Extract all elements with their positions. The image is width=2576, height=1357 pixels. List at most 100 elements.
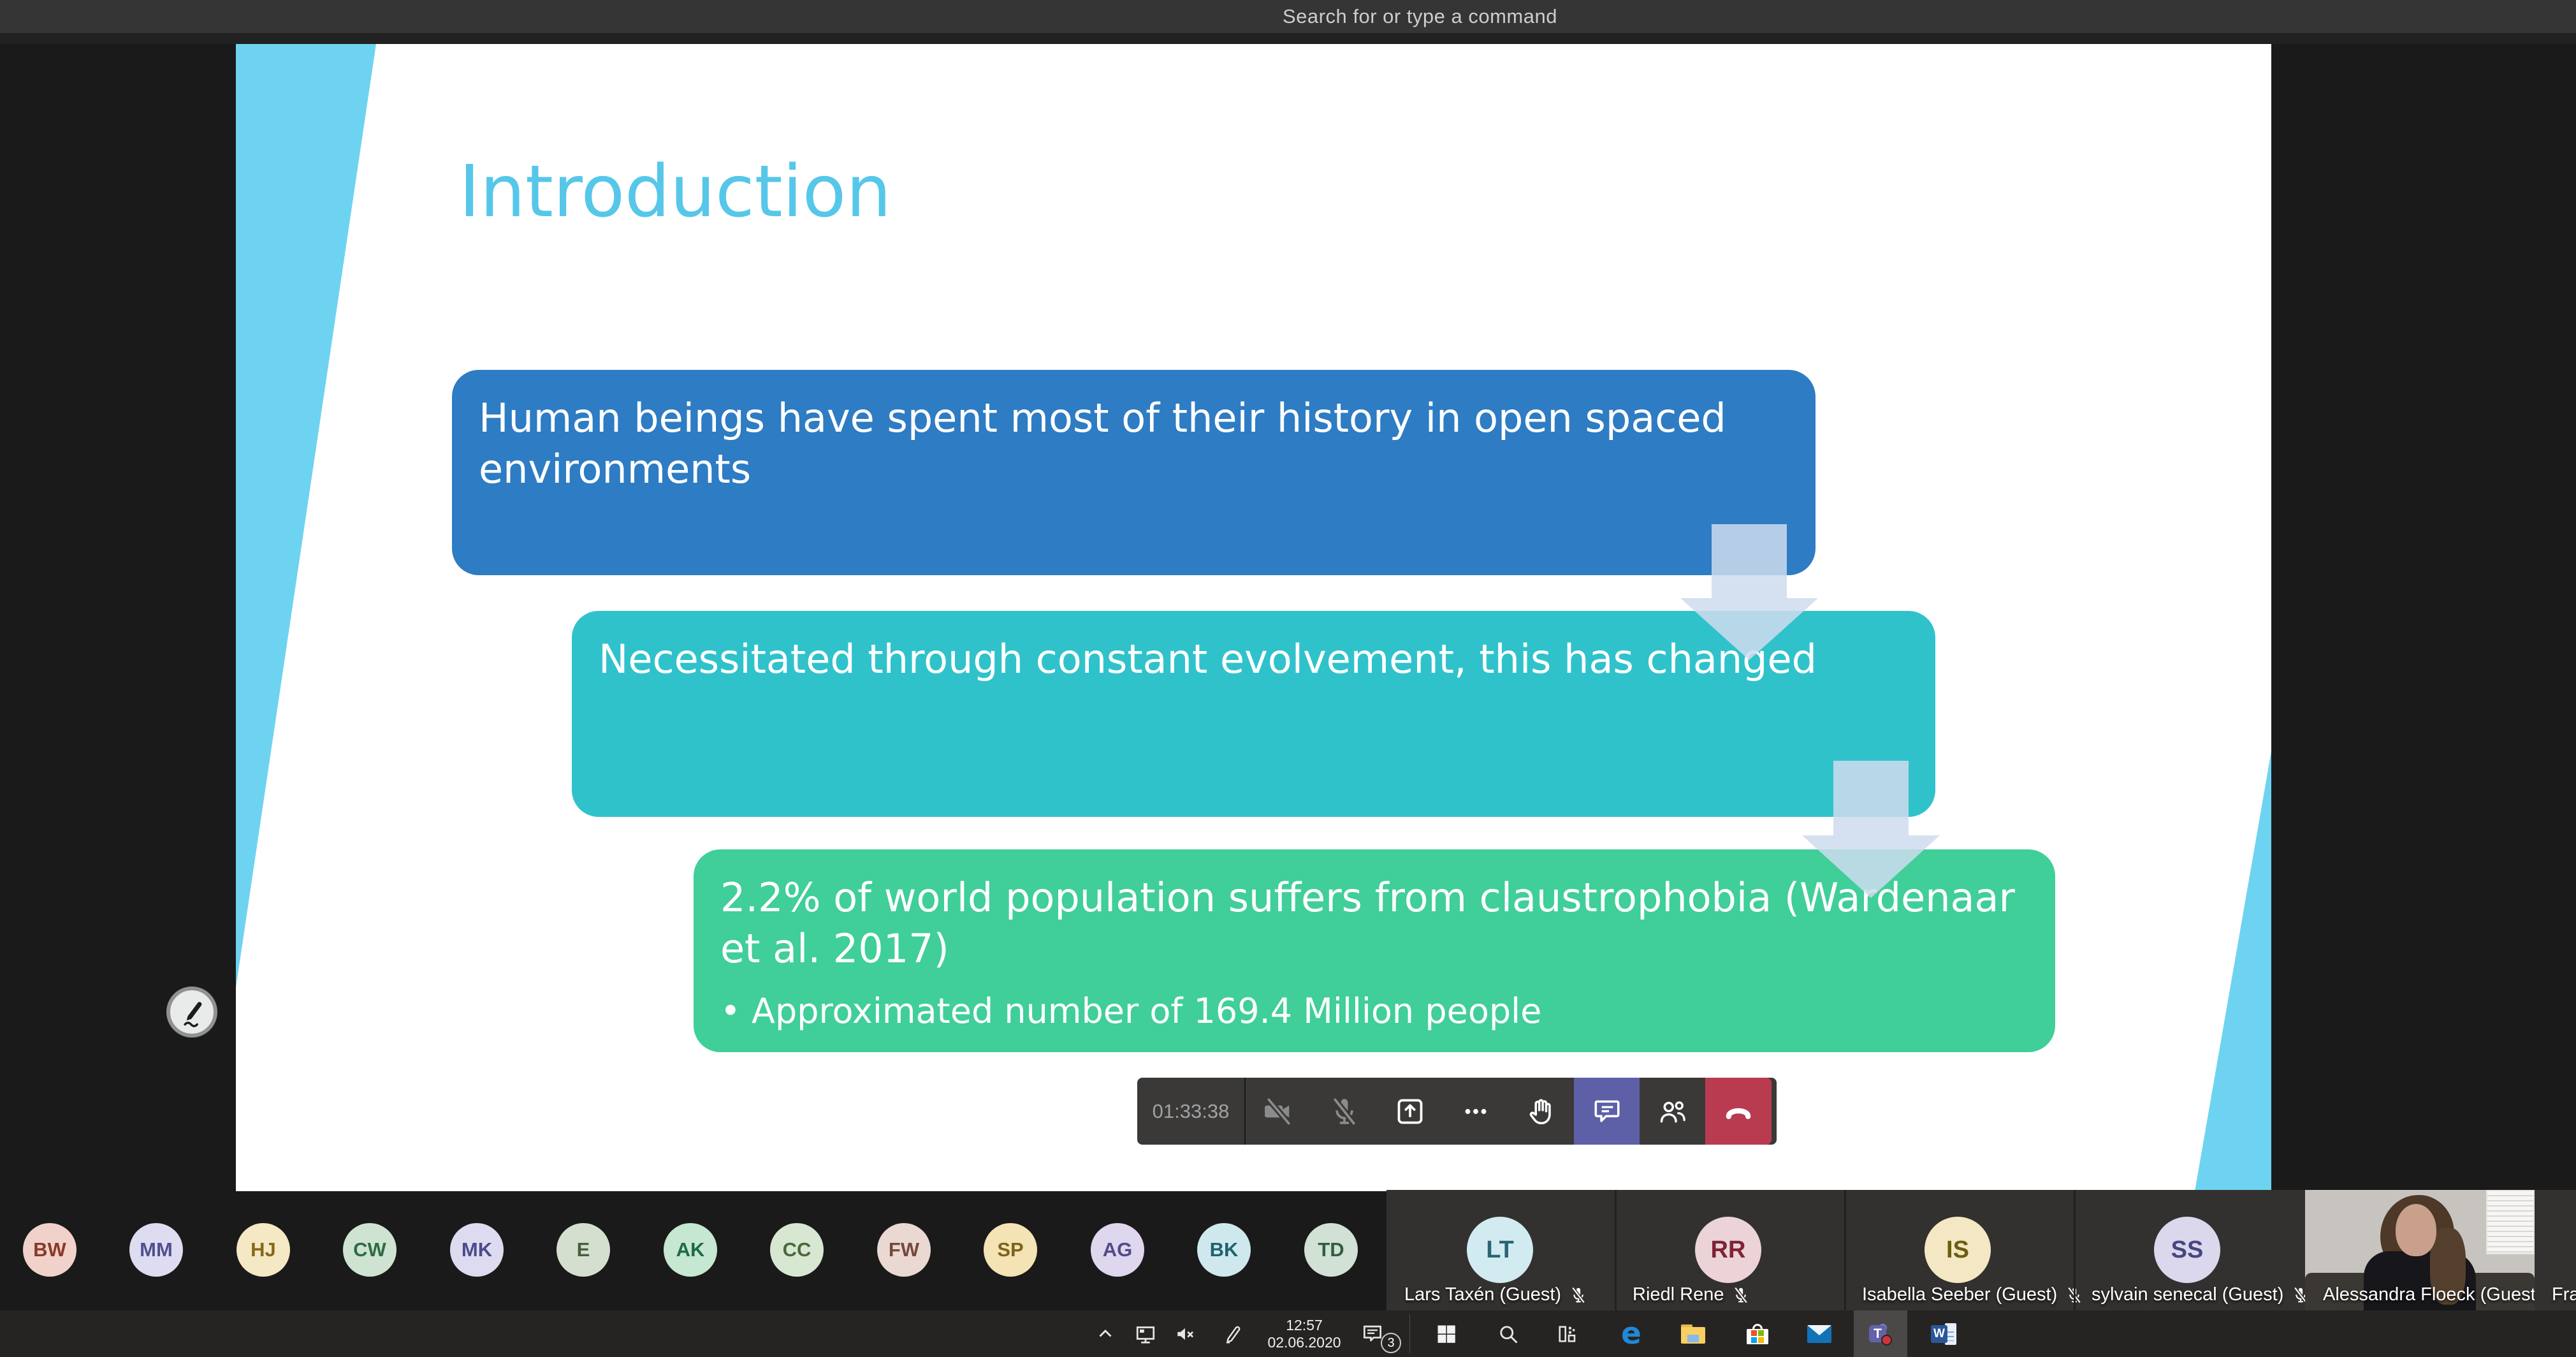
slide-box-evolvement-text: Necessitated through constant evolvement… [572, 611, 1935, 685]
participant-avatar[interactable]: CC [770, 1223, 824, 1277]
window-blinds [2486, 1190, 2535, 1254]
hang-up-icon [1722, 1095, 1755, 1128]
taskbar-file-explorer-button[interactable] [1673, 1310, 1714, 1357]
teams-notification-dot [1881, 1335, 1892, 1346]
clock-tray-button[interactable]: 12:57 02.06.2020 [1250, 1310, 1358, 1357]
chat-button[interactable] [1574, 1078, 1640, 1145]
participant-name: Riedl Rene [1633, 1284, 1724, 1305]
annotate-pencil-button[interactable] [166, 987, 217, 1038]
participant-name-label: Lars Taxén (Guest) [1404, 1284, 1588, 1305]
participants-icon [1657, 1096, 1689, 1127]
taskbar-search-button[interactable] [1488, 1310, 1529, 1357]
taskbar-edge-button[interactable]: e [1611, 1310, 1652, 1357]
clock-date: 02.06.2020 [1267, 1334, 1341, 1351]
participant-tiles-strip: LT Lars Taxén (Guest) RR Riedl Rene IS I… [1386, 1190, 2576, 1310]
participant-avatar[interactable]: SP [984, 1223, 1037, 1277]
mic-off-icon [1731, 1286, 1750, 1305]
hang-up-button[interactable] [1705, 1078, 1772, 1145]
slide-box-history-text: Human beings have spent most of their hi… [452, 370, 1816, 495]
windows-taskbar: 12:57 02.06.2020 3 [0, 1310, 2576, 1357]
device-controls [1246, 1078, 1508, 1145]
participant-avatar[interactable]: HJ [236, 1223, 290, 1277]
participant-avatar[interactable]: MM [129, 1223, 183, 1277]
teams-top-bar: Search for or type a command [0, 0, 2576, 33]
tile-divider [1844, 1190, 1846, 1310]
file-explorer-icon [1681, 1324, 1705, 1344]
volume-tray-button[interactable] [1170, 1310, 1201, 1357]
participant-name-label: Alessandra Floeck (Guest) [2323, 1284, 2535, 1305]
mail-icon [1807, 1325, 1831, 1343]
participant-avatar: IS [1925, 1217, 1991, 1283]
mic-off-icon [1569, 1286, 1588, 1305]
participant-name-label: sylvain senecal (Guest) [2092, 1284, 2310, 1305]
slide-title: Introduction [459, 151, 891, 233]
share-screen-button[interactable] [1377, 1078, 1443, 1145]
participant-name: Alessandra Floeck (Guest) [2323, 1284, 2535, 1305]
edge-icon: e [1621, 1316, 1641, 1351]
raise-hand-button[interactable] [1508, 1078, 1574, 1145]
windows-ink-tray-button[interactable] [1216, 1310, 1249, 1357]
more-options-button[interactable] [1443, 1078, 1508, 1145]
start-button[interactable] [1426, 1310, 1467, 1357]
claustrophobia-main-text: 2.2% of world population suffers from cl… [720, 872, 2028, 974]
taskbar-mail-button[interactable] [1799, 1310, 1840, 1357]
notification-count-badge: 3 [1381, 1333, 1401, 1353]
slide-box-claustrophobia-text: 2.2% of world population suffers from cl… [694, 849, 2055, 1032]
participant-name-label: Riedl Rene [1633, 1284, 1750, 1305]
participant-avatar[interactable]: AG [1091, 1223, 1144, 1277]
camera-off-button[interactable] [1246, 1078, 1311, 1145]
windows-logo-icon [1435, 1323, 1458, 1346]
microsoft-store-icon [1747, 1324, 1768, 1344]
show-participants-button[interactable] [1640, 1078, 1705, 1145]
clock-time: 12:57 [1267, 1317, 1341, 1334]
video-participant-tile[interactable]: Alessandra Floeck (Guest) [2305, 1190, 2535, 1310]
participant-tile[interactable]: SS sylvain senecal (Guest) [2074, 1190, 2301, 1310]
participant-tile[interactable]: RR Riedl Rene [1615, 1190, 1842, 1310]
top-bar-shadow [0, 33, 2576, 44]
share-screen-icon [1394, 1096, 1426, 1127]
participant-avatar[interactable]: MK [450, 1223, 504, 1277]
ethernet-icon [1134, 1323, 1157, 1346]
participant-name: Isabella Seeber (Guest) [1862, 1284, 2057, 1305]
participant-avatar[interactable]: TD [1304, 1223, 1358, 1277]
participant-name-label: Isabella Seeber (Guest) [1862, 1284, 2084, 1305]
participant-avatar: LT [1467, 1217, 1533, 1283]
taskbar-teams-button-active[interactable]: T [1854, 1310, 1907, 1357]
participant-name: sylvain senecal (Guest) [2092, 1284, 2283, 1305]
task-view-button[interactable] [1546, 1310, 1587, 1357]
slide-box-evolvement: Necessitated through constant evolvement… [572, 611, 1935, 817]
search-icon [1497, 1323, 1520, 1346]
participant-avatar[interactable]: AK [664, 1223, 717, 1277]
participant-avatar[interactable]: BW [23, 1223, 76, 1277]
participant-avatar: SS [2154, 1217, 2220, 1283]
participant-avatar[interactable]: BK [1197, 1223, 1251, 1277]
search-input[interactable]: Search for or type a command [1283, 0, 1557, 33]
action-center-button[interactable]: 3 [1353, 1310, 1392, 1357]
pencil-icon [175, 995, 208, 1029]
claustrophobia-bullet-text: • Approximated number of 169.4 Million p… [720, 991, 2028, 1032]
task-view-icon [1555, 1323, 1578, 1346]
participant-name-cutoff: Fra [2552, 1284, 2576, 1305]
participant-avatar[interactable]: E [557, 1223, 610, 1277]
show-hidden-icons-button[interactable] [1090, 1310, 1121, 1357]
word-icon: W [1931, 1323, 1956, 1345]
meeting-timer: 01:33:38 [1137, 1078, 1244, 1145]
chat-icon [1591, 1096, 1623, 1127]
speaker-face [2396, 1204, 2436, 1256]
participant-tile[interactable]: LT Lars Taxén (Guest) [1386, 1190, 1613, 1310]
teams-meeting-window: Search for or type a command Introductio… [0, 0, 2576, 1357]
raise-hand-icon [1525, 1096, 1557, 1127]
taskbar-word-button[interactable]: W [1923, 1310, 1964, 1357]
participant-avatar[interactable]: CW [343, 1223, 397, 1277]
participant-tile[interactable]: IS Isabella Seeber (Guest) [1844, 1190, 2071, 1310]
taskbar-store-button[interactable] [1737, 1310, 1778, 1357]
tile-divider [1615, 1190, 1617, 1310]
teams-icon: T [1868, 1323, 1893, 1346]
meeting-control-bar: 01:33:38 [1137, 1078, 1777, 1145]
more-options-icon [1460, 1096, 1492, 1127]
participant-avatar[interactable]: FW [877, 1223, 931, 1277]
mic-off-button[interactable] [1311, 1078, 1377, 1145]
slide-box-history: Human beings have spent most of their hi… [452, 370, 1816, 575]
taskbar-divider [1409, 1314, 1410, 1353]
network-tray-button[interactable] [1130, 1310, 1161, 1357]
